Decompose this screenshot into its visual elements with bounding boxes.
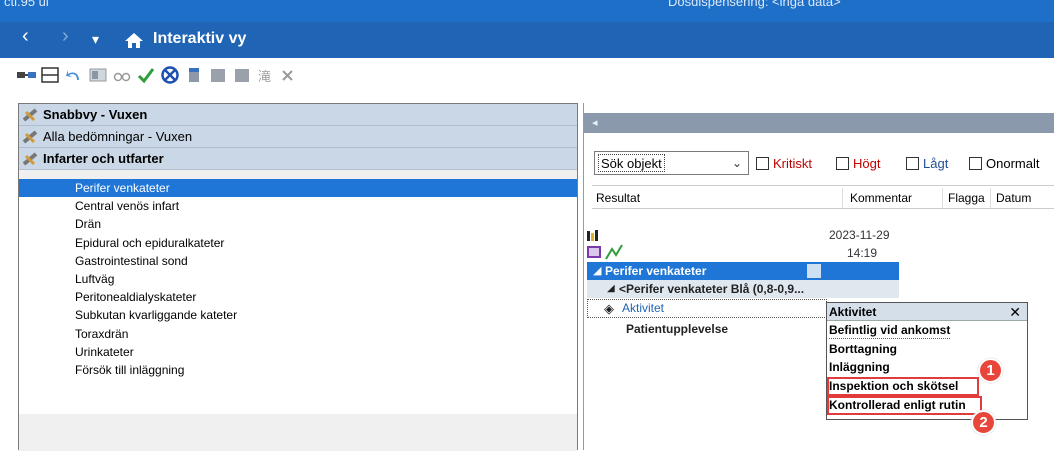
column-flagga[interactable]: Flagga	[948, 191, 985, 205]
list-item[interactable]: Urinkateter	[19, 343, 577, 361]
navigation-bar: ‹ › ▾ Interaktiv vy	[0, 22, 1054, 58]
item-list: Perifer venkateter Central venös infart …	[19, 179, 577, 414]
annotation-badge-2: 2	[971, 410, 996, 435]
section-label: Perifer venkateter	[605, 264, 707, 278]
category-infarter-utfarter[interactable]: Infarter och utfarter	[19, 148, 577, 170]
navigator-pane: Snabbvy - Vuxen Alla bedömningar - Vuxen…	[18, 103, 578, 451]
band-aid-icon	[22, 108, 38, 122]
chevron-down-icon: ⌄	[731, 156, 742, 170]
filter-checkbox[interactable]	[906, 157, 919, 170]
close-icon[interactable]: ✕	[1009, 303, 1021, 321]
activity-label: Aktivitet	[622, 301, 665, 315]
column-datum[interactable]: Datum	[996, 191, 1031, 205]
category-snabbvy[interactable]: Snabbvy - Vuxen	[19, 104, 577, 126]
title-fragment-center: Dosdispensering: <inga data>	[668, 0, 841, 9]
column-time: 14:19	[847, 246, 878, 260]
disabled-action-icon[interactable]	[208, 66, 228, 84]
column-resultat[interactable]: Resultat	[596, 191, 640, 205]
filter-label: Onormalt	[986, 156, 1040, 171]
section-row-perifer-venkateter[interactable]: ◢ Perifer venkateter	[587, 262, 899, 280]
window-title-strip: cti.95 ui Dosdispensering: <inga data>	[0, 0, 1054, 22]
filter-label: Kritiskt	[773, 156, 812, 171]
option-borttagning[interactable]: Borttagning	[829, 341, 897, 358]
column-kommentar[interactable]: Kommentar	[850, 191, 912, 205]
band-aid-icon	[22, 130, 38, 144]
history-dropdown-icon[interactable]: ▾	[92, 31, 99, 48]
option-inspektion[interactable]: Inspektion och skötsel	[829, 378, 958, 395]
option-inlaggning[interactable]: Inläggning	[829, 359, 890, 376]
column-date: 2023-11-29	[829, 228, 890, 242]
view-title: Interaktiv vy	[153, 30, 247, 47]
home-icon[interactable]	[124, 32, 144, 49]
category-alla-bedomningar[interactable]: Alla bedömningar - Vuxen	[19, 126, 577, 148]
flowsheet-tool-icons[interactable]	[586, 229, 626, 263]
band-aid-icon	[22, 152, 38, 166]
grid-icon[interactable]	[807, 264, 821, 278]
search-select-value: Sök objekt	[598, 154, 665, 172]
pane-footer	[19, 414, 577, 451]
collapse-triangle-icon[interactable]: ◢	[593, 262, 601, 280]
clear-icon[interactable]	[184, 66, 204, 84]
toolbar: 滝	[0, 58, 1054, 94]
undo-icon[interactable]	[64, 66, 84, 84]
svg-text:滝: 滝	[258, 70, 271, 84]
forward-icon[interactable]: ›	[62, 25, 69, 48]
list-item[interactable]: Toraxdrän	[19, 325, 577, 343]
activity-row[interactable]: ◈ Aktivitet	[587, 299, 827, 318]
list-item[interactable]: Epidural och epiduralkateter	[19, 234, 577, 252]
filter-checkbox[interactable]	[836, 157, 849, 170]
list-item[interactable]: Central venös infart	[19, 197, 577, 215]
title-fragment-left: cti.95 ui	[4, 0, 49, 9]
option-kontrollerad[interactable]: Kontrollerad enligt rutin	[829, 397, 966, 414]
list-item[interactable]: Peritonealdialyskateter	[19, 288, 577, 306]
glasses-icon[interactable]	[112, 66, 132, 84]
subsection-label: <Perifer venkateter Blå (0,8-0,9...	[619, 282, 805, 296]
connect-icon[interactable]	[16, 66, 36, 84]
checkmark-icon[interactable]	[136, 66, 156, 84]
close-icon[interactable]	[278, 66, 298, 84]
annotation-badge-1: 1	[978, 358, 1003, 383]
list-item[interactable]: Luftväg	[19, 270, 577, 288]
disabled-action-icon-2[interactable]	[232, 66, 252, 84]
collapse-left-icon[interactable]: ◂	[592, 116, 598, 129]
collapse-triangle-icon[interactable]: ◢	[607, 280, 615, 298]
subsection-row[interactable]: ◢ <Perifer venkateter Blå (0,8-0,9...	[587, 280, 899, 298]
form-icon[interactable]	[88, 66, 108, 84]
back-icon[interactable]: ‹	[22, 25, 29, 48]
translate-icon[interactable]: 滝	[256, 66, 276, 84]
column-separator	[942, 188, 943, 208]
filter-label: Lågt	[923, 156, 949, 171]
diamond-arrow-icon: ◈	[604, 301, 614, 316]
category-label: Snabbvy - Vuxen	[43, 107, 148, 122]
filter-checkbox[interactable]	[969, 157, 982, 170]
filter-label: Högt	[853, 156, 881, 171]
option-befintlig[interactable]: Befintlig vid ankomst	[829, 322, 951, 339]
list-item[interactable]: Gastrointestinal sond	[19, 252, 577, 270]
list-item[interactable]: Drän	[19, 215, 577, 233]
search-select[interactable]: Sök objekt ⌄	[594, 151, 749, 175]
table-icon[interactable]	[40, 66, 60, 84]
dropdown-title: Aktivitet	[829, 305, 877, 319]
list-item[interactable]: Försök till inläggning	[19, 361, 577, 379]
list-item[interactable]: Subkutan kvarliggande kateter	[19, 306, 577, 324]
dropdown-header: Aktivitet ✕	[827, 303, 1027, 321]
patient-experience-row[interactable]: Patientupplevelse	[626, 322, 728, 336]
filter-checkbox[interactable]	[756, 157, 769, 170]
column-separator	[842, 188, 843, 208]
category-label: Infarter och utfarter	[43, 151, 164, 166]
category-label: Alla bedömningar - Vuxen	[43, 129, 193, 144]
pane-header: ◂	[584, 113, 1054, 133]
column-separator	[990, 188, 991, 208]
list-item[interactable]: Perifer venkateter	[19, 179, 577, 198]
cancel-icon[interactable]	[160, 66, 180, 84]
results-column-header: Resultat Kommentar Flagga Datum	[592, 185, 1054, 209]
